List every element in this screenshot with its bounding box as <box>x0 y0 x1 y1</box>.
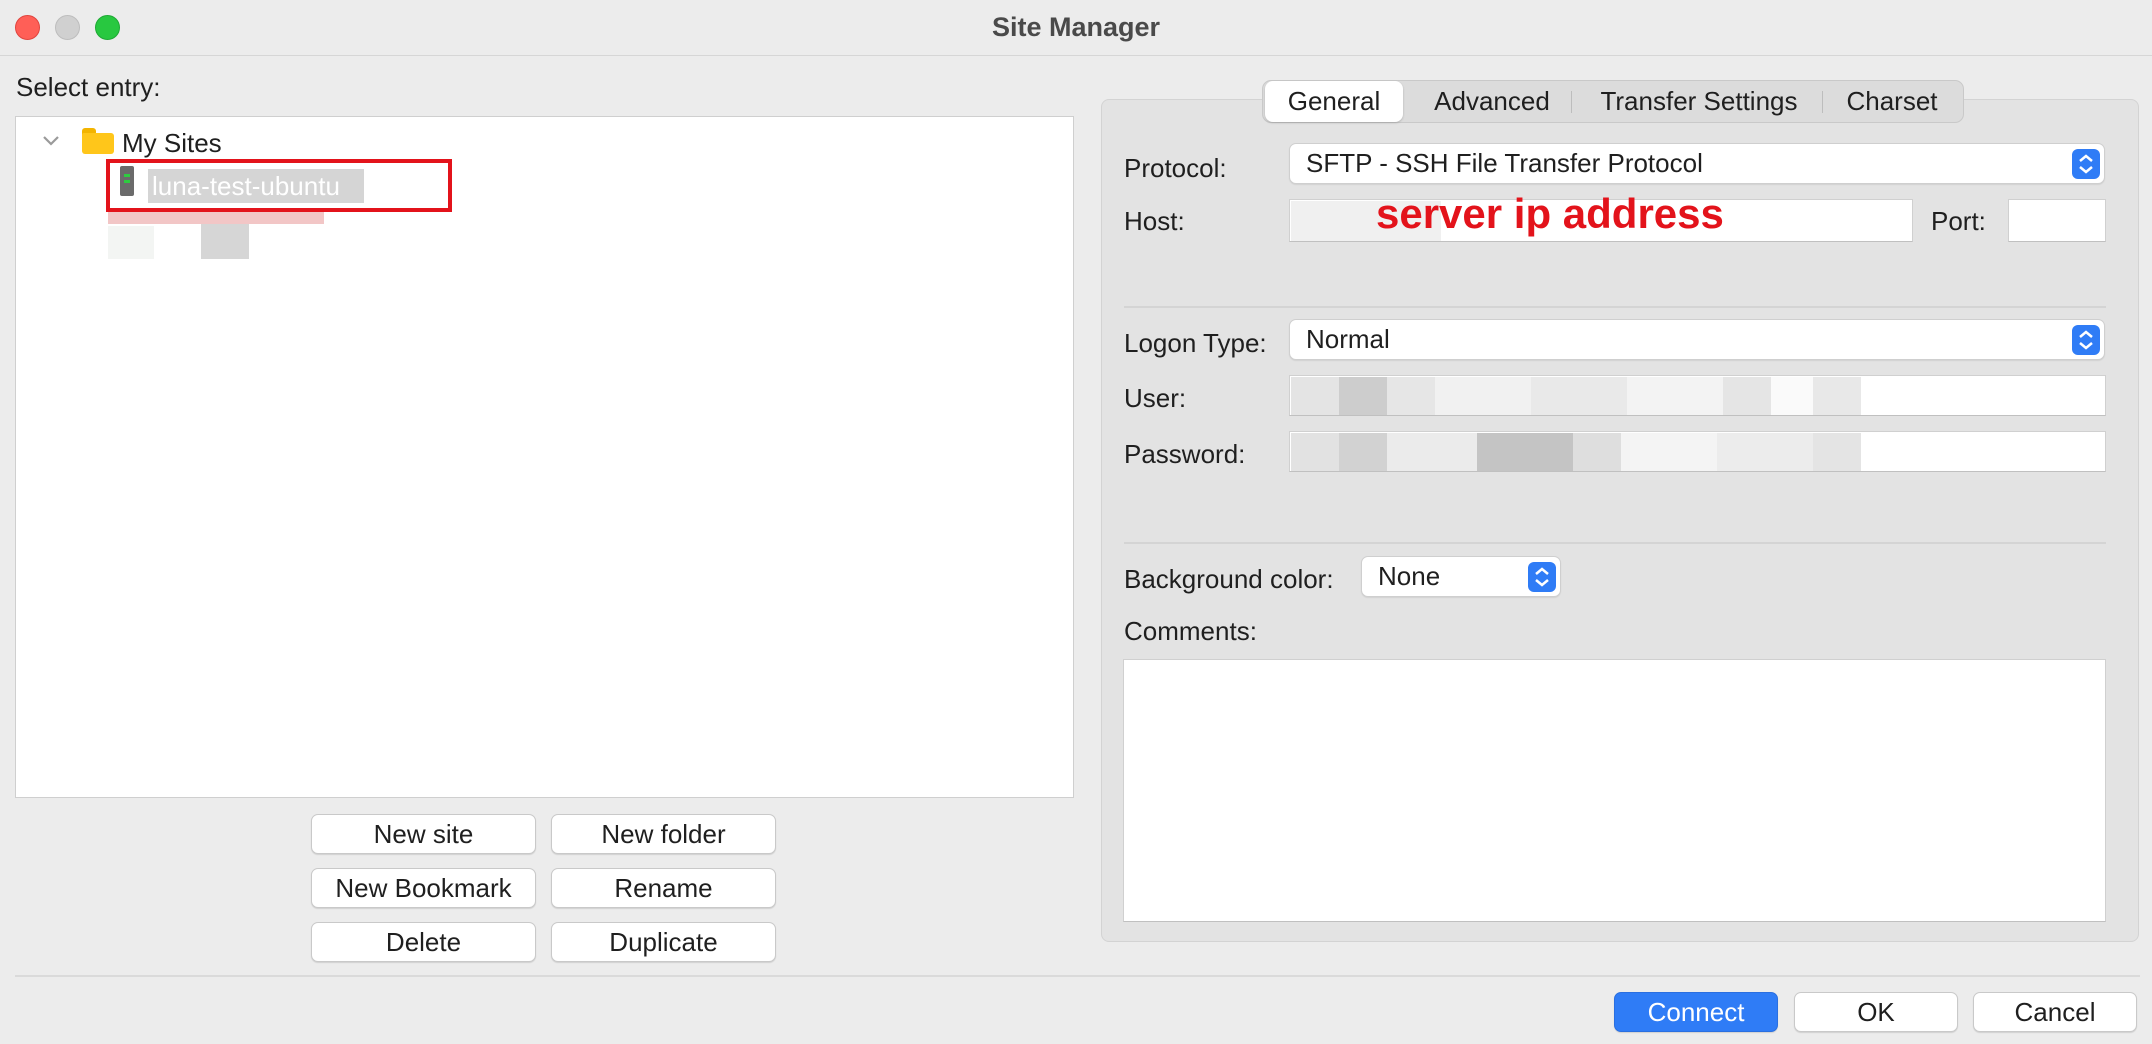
connect-button[interactable]: Connect <box>1614 992 1778 1032</box>
protocol-label: Protocol: <box>1124 153 1227 183</box>
user-input[interactable] <box>1289 375 2106 416</box>
tab-charset[interactable]: Charset <box>1827 81 1957 122</box>
section-separator <box>1124 306 2106 308</box>
select-stepper-icon <box>2072 149 2100 179</box>
protocol-select[interactable]: SFTP - SSH File Transfer Protocol <box>1289 143 2105 184</box>
redacted-password-value <box>1291 433 1861 471</box>
new-bookmark-button[interactable]: New Bookmark <box>311 868 536 908</box>
tab-separator <box>1822 91 1823 113</box>
logon-type-label: Logon Type: <box>1124 328 1267 358</box>
tab-general[interactable]: General <box>1265 81 1403 122</box>
tab-transfer-settings[interactable]: Transfer Settings <box>1576 81 1822 122</box>
cancel-button[interactable]: Cancel <box>1973 992 2137 1032</box>
comments-label: Comments: <box>1124 616 1257 646</box>
protocol-select-value: SFTP - SSH File Transfer Protocol <box>1306 148 1703 178</box>
select-stepper-icon <box>2072 325 2100 355</box>
annotation-highlight-box <box>106 159 452 212</box>
new-site-button[interactable]: New site <box>311 814 536 854</box>
comments-textarea[interactable] <box>1123 659 2106 922</box>
footer-separator <box>15 975 2140 977</box>
background-color-select[interactable]: None <box>1361 556 1561 597</box>
tab-advanced[interactable]: Advanced <box>1413 81 1571 122</box>
blurred-entry-fragment <box>108 226 154 259</box>
settings-tab-bar: General Advanced Transfer Settings Chars… <box>1262 80 1964 123</box>
port-input[interactable] <box>2008 199 2106 242</box>
port-label: Port: <box>1931 206 1986 236</box>
blurred-entry <box>108 212 324 224</box>
user-label: User: <box>1124 383 1187 413</box>
tab-separator <box>1571 91 1572 113</box>
ok-button[interactable]: OK <box>1794 992 1958 1032</box>
window-title: Site Manager <box>991 12 1161 42</box>
select-stepper-icon <box>1528 562 1556 592</box>
duplicate-button[interactable]: Duplicate <box>551 922 776 962</box>
host-annotation: server ip address <box>1376 190 1724 237</box>
folder-icon <box>82 128 114 154</box>
password-input[interactable] <box>1289 431 2106 472</box>
redacted-user-value <box>1291 377 1861 415</box>
select-entry-label: Select entry: <box>16 72 161 102</box>
section-separator <box>1124 542 2106 544</box>
chevron-down-icon[interactable] <box>40 130 62 152</box>
host-label: Host: <box>1124 206 1185 236</box>
rename-button[interactable]: Rename <box>551 868 776 908</box>
tree-root-my-sites[interactable]: My Sites <box>122 128 222 159</box>
password-label: Password: <box>1124 439 1246 469</box>
logon-type-select[interactable]: Normal <box>1289 319 2105 360</box>
background-color-label: Background color: <box>1124 564 1334 594</box>
background-color-select-value: None <box>1378 561 1441 591</box>
logon-type-select-value: Normal <box>1306 324 1390 354</box>
blurred-entry-icon <box>201 224 249 259</box>
new-folder-button[interactable]: New folder <box>551 814 776 854</box>
delete-button[interactable]: Delete <box>311 922 536 962</box>
